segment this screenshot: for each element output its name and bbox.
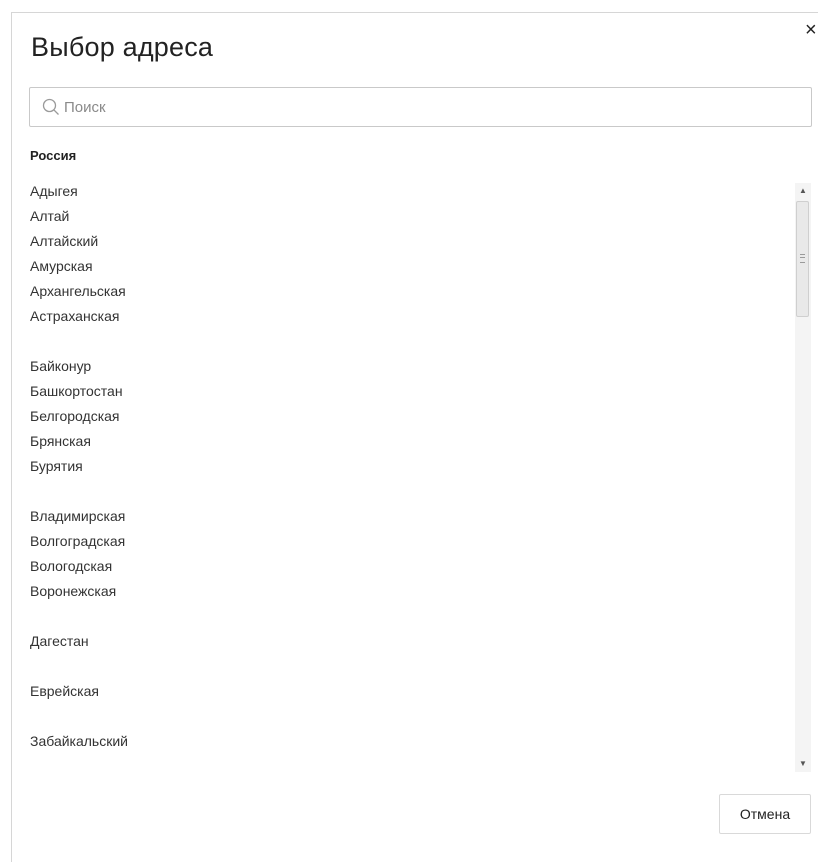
region-item[interactable]: Алтай [30,206,790,231]
region-item[interactable]: Воронежская [30,581,790,606]
region-group: Байконур Башкортостан Белгородская Брянская… [30,356,790,481]
region-item[interactable]: Волгоградская [30,531,790,556]
dialog-title: Выбор адреса [31,32,214,62]
close-icon: × [805,19,817,41]
grip-icon [800,254,805,263]
region-group: Забайкальский [30,731,790,756]
region-item[interactable]: Амурская [30,256,790,281]
region-item[interactable]: Алтайский [30,231,790,256]
region-item[interactable]: Адыгея [30,181,790,206]
cancel-button[interactable]: Отмена [719,794,811,834]
region-list[interactable]: Адыгея Алтай Алтайский Амурская Архангельска… [30,181,790,769]
region-item[interactable]: Архангельская [30,281,790,306]
search-input[interactable] [64,88,804,126]
region-item[interactable]: Забайкальский [30,731,790,756]
scrollbar[interactable]: ▲ ▼ [795,183,811,772]
region-item[interactable]: Байконур [30,356,790,381]
region-item[interactable]: Астраханская [30,306,790,331]
search-icon [42,98,60,116]
region-group: Владимирская Волгоградская Вологодская Воро… [30,506,790,606]
country-heading: Россия [30,148,77,163]
region-item[interactable]: Брянская [30,431,790,456]
region-group: Еврейская [30,681,790,706]
region-item[interactable]: Дагестан [30,631,790,656]
region-item[interactable]: Башкортостан [30,381,790,406]
region-item[interactable]: Еврейская [30,681,790,706]
region-group: Дагестан [30,631,790,656]
region-item[interactable]: Белгородская [30,406,790,431]
scroll-thumb[interactable] [796,201,809,317]
scroll-up-arrow-icon[interactable]: ▲ [795,183,811,199]
close-button[interactable]: × [805,20,818,40]
scroll-down-arrow-icon[interactable]: ▼ [795,756,811,772]
region-item[interactable]: Вологодская [30,556,790,581]
region-item[interactable]: Бурятия [30,456,790,481]
search-field[interactable] [29,87,812,127]
region-item[interactable]: Владимирская [30,506,790,531]
region-group: Адыгея Алтай Алтайский Амурская Архангельска… [30,181,790,331]
